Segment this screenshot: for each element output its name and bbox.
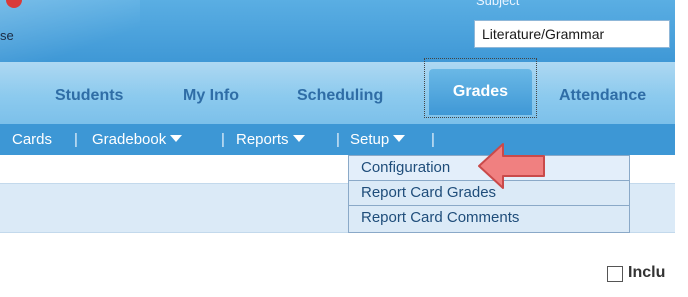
sub-nav: Cards | Gradebook | Reports | Setup | bbox=[0, 124, 675, 155]
subnav-gradebook-label: Gradebook bbox=[92, 131, 167, 148]
subject-select[interactable]: Literature/Grammar bbox=[474, 20, 670, 48]
top-banner: se Subject Literature/Grammar bbox=[0, 0, 675, 62]
chevron-down-icon bbox=[393, 135, 406, 142]
chevron-down-icon bbox=[170, 135, 183, 142]
separator: | bbox=[431, 131, 435, 148]
include-label: Inclu bbox=[628, 264, 666, 281]
banner-shade bbox=[0, 0, 140, 62]
include-checkbox[interactable] bbox=[607, 266, 623, 282]
main-nav: Students My Info Scheduling Attendance bbox=[0, 62, 675, 124]
subnav-reports[interactable]: Reports bbox=[236, 131, 305, 148]
subnav-cards[interactable]: Cards bbox=[12, 131, 52, 148]
separator: | bbox=[336, 131, 340, 148]
nav-attendance[interactable]: Attendance bbox=[559, 87, 646, 105]
nav-students[interactable]: Students bbox=[55, 87, 123, 105]
menu-item-report-card-comments[interactable]: Report Card Comments bbox=[349, 206, 629, 231]
nav-scheduling[interactable]: Scheduling bbox=[297, 87, 383, 105]
nav-grades-label[interactable]: Grades bbox=[429, 69, 532, 115]
subject-label: Subject bbox=[476, 0, 520, 8]
subnav-reports-label: Reports bbox=[236, 131, 289, 148]
right-edge bbox=[675, 0, 688, 297]
banner-partial-text: se bbox=[0, 28, 14, 43]
separator: | bbox=[74, 131, 78, 148]
subnav-setup-label: Setup bbox=[350, 131, 390, 148]
pointer-arrow-icon bbox=[478, 143, 545, 189]
nav-grades-tab[interactable]: Grades bbox=[424, 58, 537, 118]
chevron-down-icon bbox=[292, 135, 305, 142]
nav-my-info[interactable]: My Info bbox=[183, 87, 239, 105]
separator: | bbox=[221, 131, 225, 148]
subnav-gradebook[interactable]: Gradebook bbox=[92, 131, 183, 148]
subnav-setup[interactable]: Setup bbox=[350, 131, 406, 148]
